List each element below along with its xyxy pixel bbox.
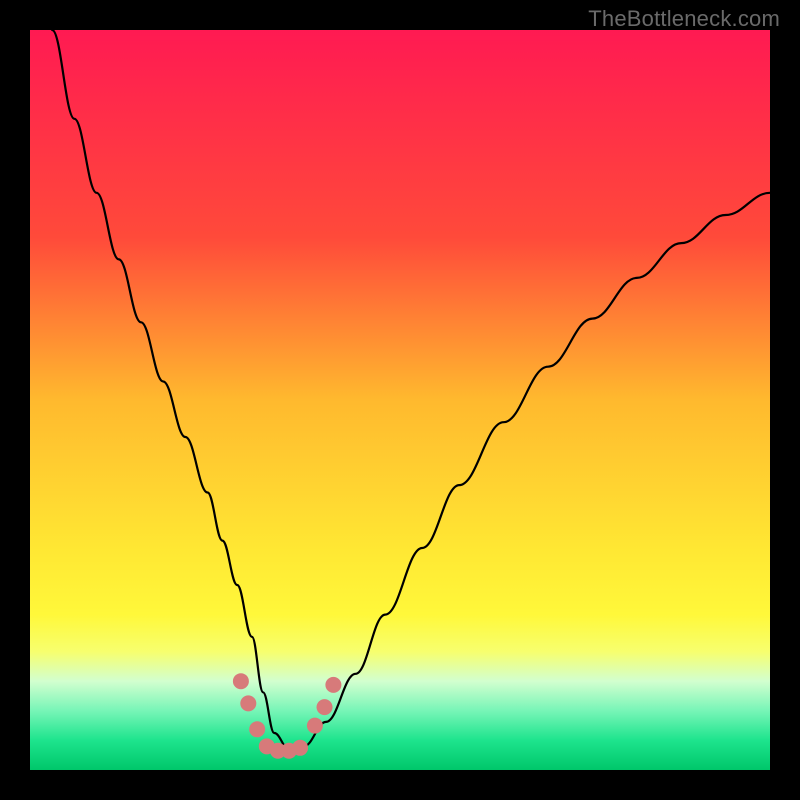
curve-marker	[249, 721, 265, 737]
curve-marker	[233, 673, 249, 689]
chart-frame: TheBottleneck.com	[0, 0, 800, 800]
curve-marker	[307, 718, 323, 734]
watermark-text: TheBottleneck.com	[588, 6, 780, 32]
curve-marker	[325, 677, 341, 693]
plot-area	[30, 30, 770, 770]
bottleneck-chart	[30, 30, 770, 770]
curve-marker	[292, 740, 308, 756]
curve-marker	[240, 695, 256, 711]
curve-marker	[317, 699, 333, 715]
gradient-background	[30, 30, 770, 770]
